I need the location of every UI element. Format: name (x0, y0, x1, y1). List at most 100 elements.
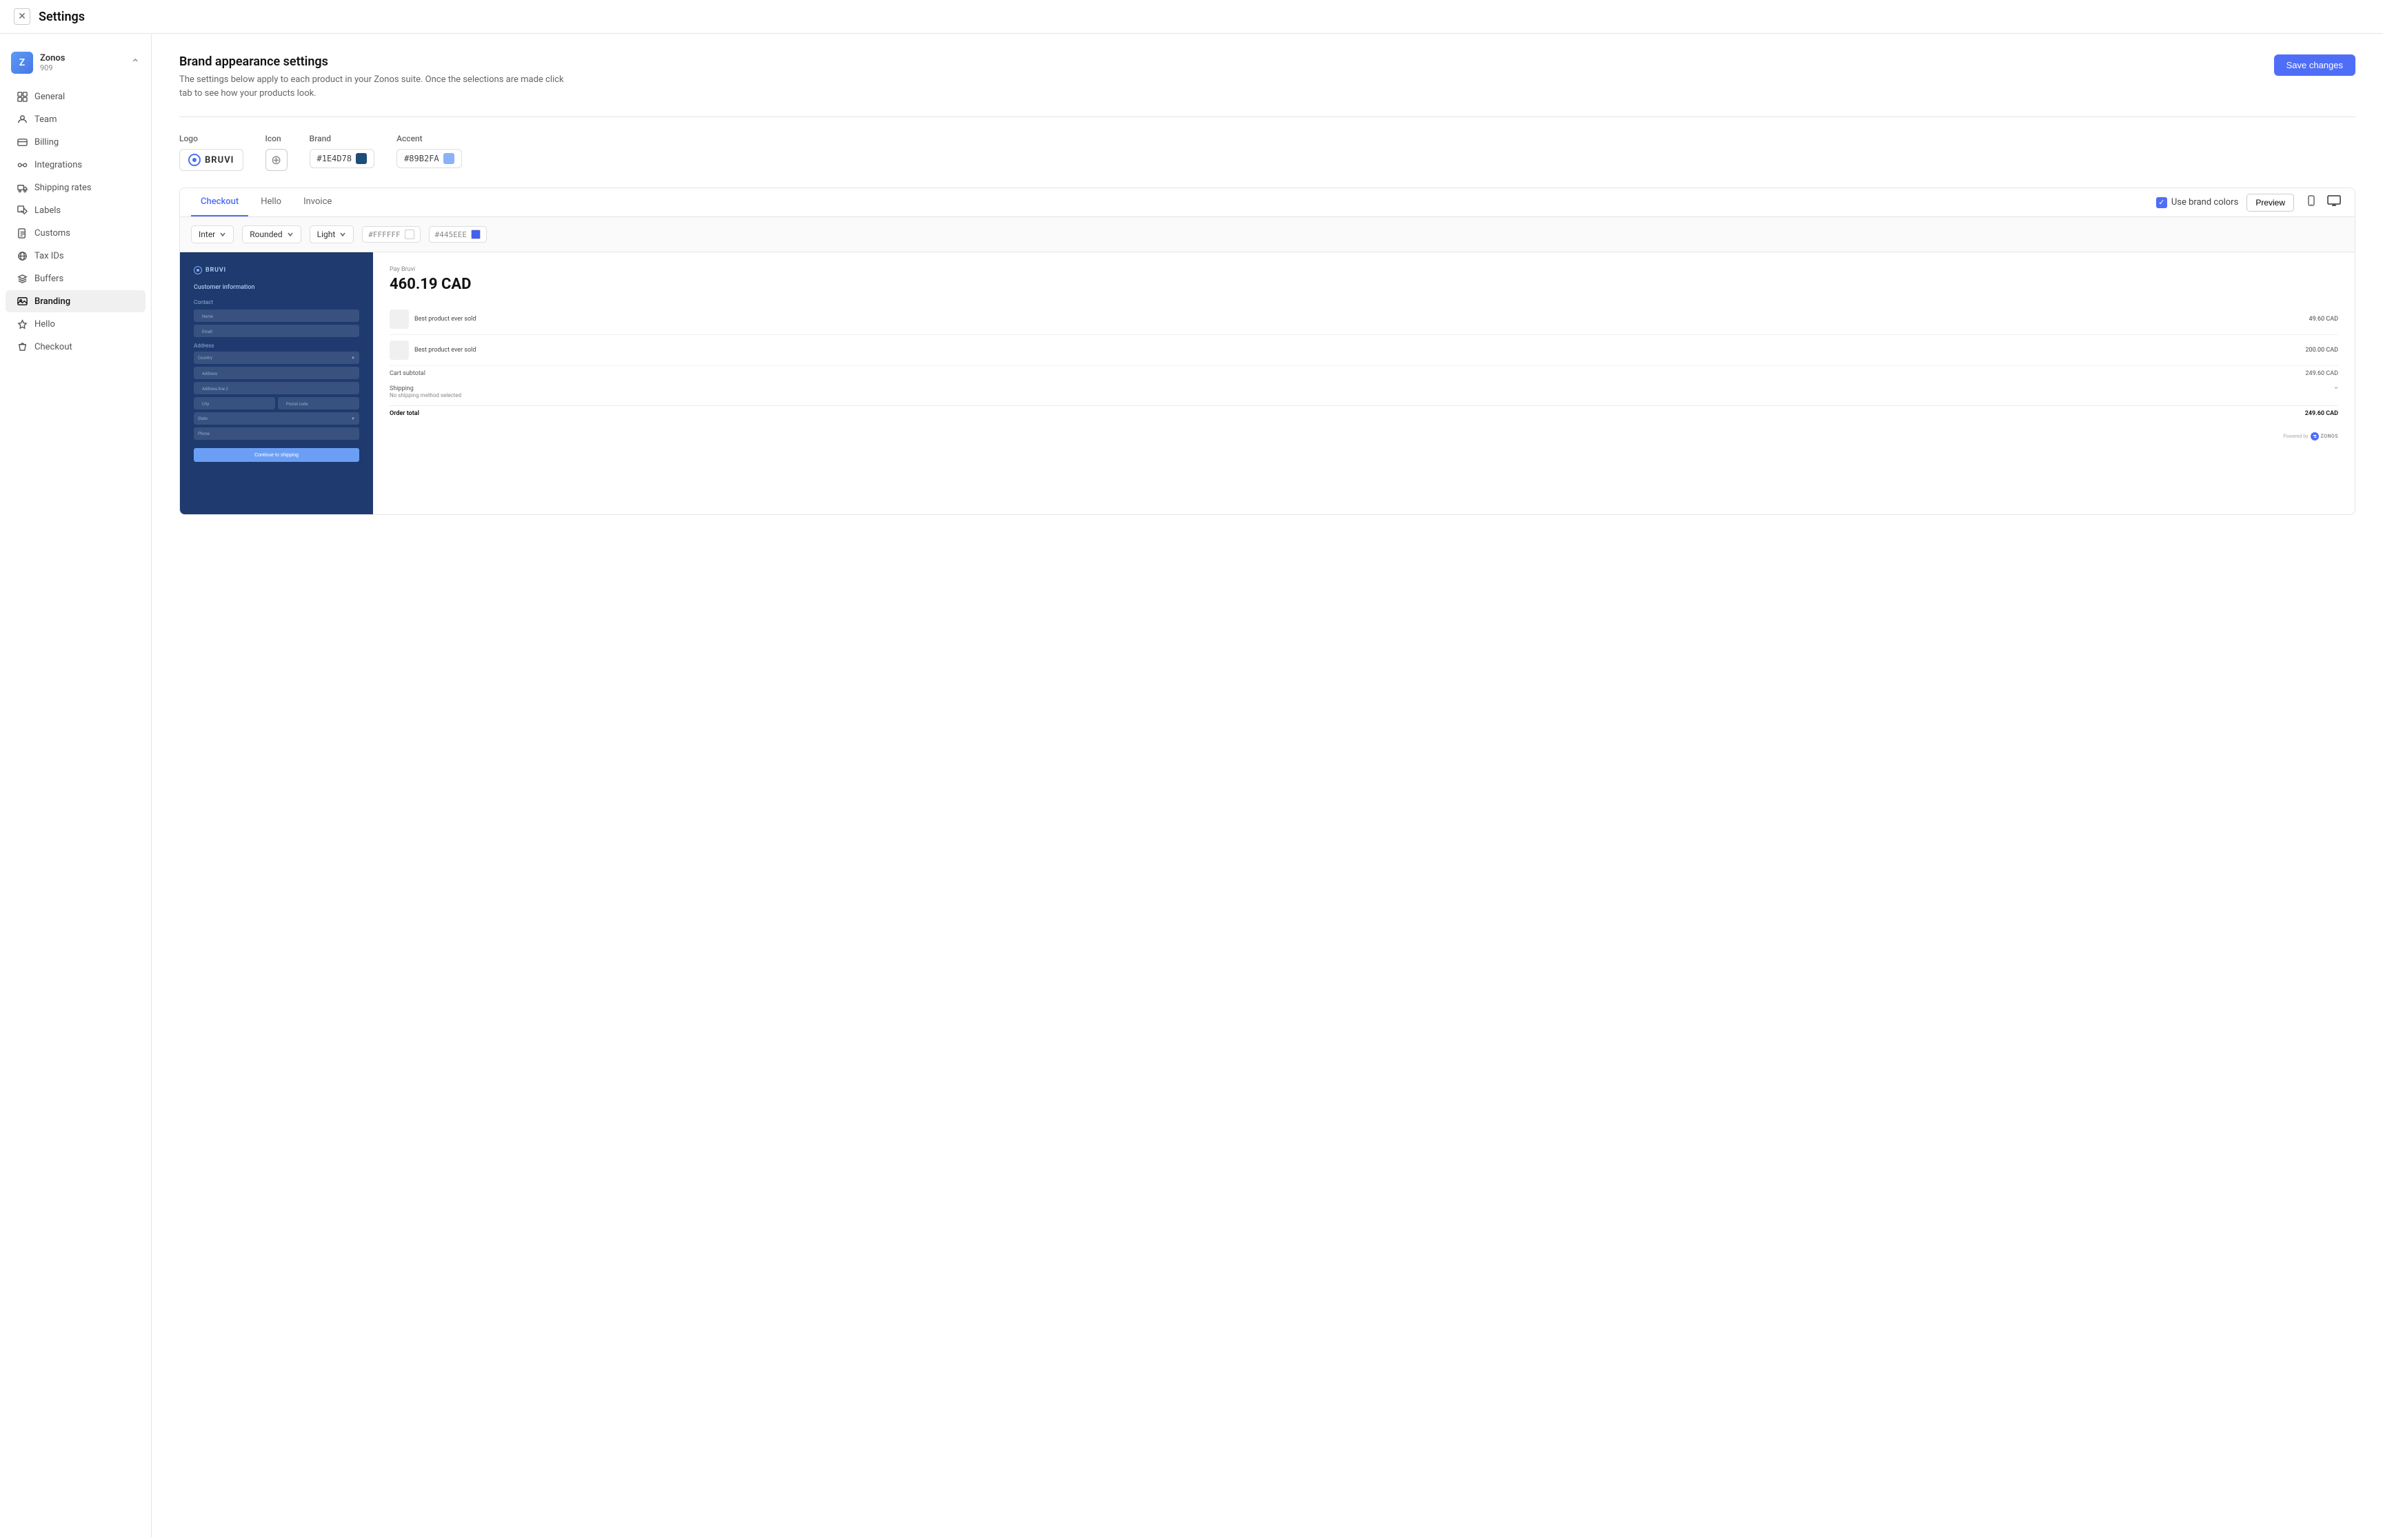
org-info: Z Zonos 909 (11, 52, 65, 74)
item-price-1: 200.00 CAD (2305, 347, 2338, 354)
layers-icon (17, 273, 28, 284)
image-icon (17, 296, 28, 307)
order-total-line: Order total 249.60 CAD (390, 405, 2338, 421)
add-icon-button[interactable]: ⊕ (265, 149, 288, 171)
item-left-0: Best product ever sold (390, 310, 476, 329)
order-total-value: 249.60 CAD (2305, 410, 2338, 417)
brand-label: Brand (310, 134, 375, 143)
order-total-label: Order total (390, 410, 419, 417)
avatar: Z (11, 52, 33, 74)
mini-address2-input[interactable]: Address line 2 (194, 382, 359, 394)
mini-address-input[interactable]: Address (194, 367, 359, 379)
desktop-icon[interactable] (2324, 192, 2344, 213)
sidebar-item-tax-ids[interactable]: Tax IDs (6, 245, 145, 267)
file-text-icon (17, 227, 28, 239)
tab-hello[interactable]: Hello (251, 188, 291, 216)
shipping-note: No shipping method selected (390, 392, 461, 398)
grid-icon (17, 91, 28, 102)
shopping-bag-icon (17, 341, 28, 352)
use-brand-colors-checkbox[interactable]: ✓ (2156, 197, 2167, 208)
country-select[interactable]: Country ▼ (194, 352, 359, 364)
sidebar-label-customs: Customs (34, 228, 70, 239)
logo-display[interactable]: BRUVI (179, 149, 243, 171)
sidebar-label-branding: Branding (34, 296, 70, 307)
color-picker-2[interactable]: #445EEE (429, 226, 487, 243)
sidebar-item-team[interactable]: Team (6, 108, 145, 130)
sidebar-item-customs[interactable]: Customs (6, 222, 145, 244)
cart-subtotal-value: 249.60 CAD (2305, 370, 2338, 377)
sidebar-item-billing[interactable]: Billing (6, 131, 145, 153)
continue-shipping-button[interactable]: Continue to shipping (194, 448, 359, 462)
cart-subtotal-line: Cart subtotal 249.60 CAD (390, 366, 2338, 381)
sidebar-item-integrations[interactable]: Integrations (6, 154, 145, 176)
font-selector[interactable]: Inter (191, 225, 234, 243)
order-summary-panel: Pay Bruvi 460.19 CAD Best product ever s… (373, 252, 2355, 514)
contact-title: Contact (194, 299, 359, 305)
sidebar-item-general[interactable]: General (6, 85, 145, 108)
powered-by-text: Powered by (2283, 434, 2308, 439)
order-item-1: Best product ever sold 200.00 CAD (390, 335, 2338, 366)
mini-logo-circle (194, 266, 202, 274)
logo-circle-icon (188, 154, 201, 166)
mini-name-input[interactable]: Name (194, 310, 359, 322)
chevron-icon[interactable]: ⌃ (131, 57, 140, 70)
weight-selector[interactable]: Light (310, 225, 354, 243)
sidebar-item-buffers[interactable]: Buffers (6, 267, 145, 290)
accent-label: Accent (396, 134, 462, 143)
accent-color-square (443, 153, 454, 164)
use-brand-colors-label[interactable]: ✓ Use brand colors (2156, 197, 2238, 208)
item-name-0: Best product ever sold (414, 316, 476, 323)
order-amount: 460.19 CAD (390, 276, 2338, 293)
shipping-value: – (2334, 385, 2338, 398)
sidebar-item-shipping-rates[interactable]: Shipping rates (6, 176, 145, 199)
powered-by-section: Powered by ZONOS (390, 421, 2338, 440)
app-window: ✕ Settings Z Zonos 909 ⌃ (0, 0, 2383, 1540)
mini-logo-dot (197, 269, 199, 272)
sidebar-item-branding[interactable]: Branding (6, 290, 145, 312)
state-select[interactable]: State ▼ (194, 412, 359, 425)
star-icon (17, 318, 28, 330)
page-header: Brand appearance settings The settings b… (179, 54, 2355, 100)
save-button[interactable]: Save changes (2274, 54, 2355, 76)
content-area: Brand appearance settings The settings b… (152, 34, 2383, 1537)
zonos-icon (2311, 432, 2319, 440)
style-selector[interactable]: Rounded (242, 225, 301, 243)
mini-postal-input[interactable]: Postal code (278, 397, 359, 409)
address-title: Address (194, 343, 359, 349)
item-name-1: Best product ever sold (414, 347, 476, 354)
sidebar-label-labels: Labels (34, 205, 61, 216)
divider (179, 116, 2355, 117)
sidebar-label-checkout: Checkout (34, 342, 72, 352)
org-name: Zonos (40, 53, 65, 63)
page-header-text: Brand appearance settings The settings b… (179, 54, 565, 100)
mobile-icon[interactable] (2302, 192, 2320, 213)
order-item-0: Best product ever sold 49.60 CAD (390, 304, 2338, 335)
page-title: Brand appearance settings (179, 54, 565, 69)
mini-email-input[interactable]: Email (194, 325, 359, 337)
zonos-logo: ZONOS (2311, 432, 2338, 440)
brand-color-code: #1E4D78 (317, 154, 352, 163)
sidebar-item-labels[interactable]: Labels (6, 199, 145, 221)
mini-city-input[interactable]: City (194, 397, 275, 409)
accent-color-control: Accent #89B2FA (396, 134, 462, 168)
brand-color-swatch[interactable]: #1E4D78 (310, 149, 375, 168)
main-layout: Z Zonos 909 ⌃ General Team (0, 34, 2383, 1537)
close-button[interactable]: ✕ (14, 8, 30, 25)
phone-select[interactable]: Phone (194, 427, 359, 440)
sidebar-item-checkout[interactable]: Checkout (6, 336, 145, 358)
checkout-logo: BRUVI (194, 266, 359, 274)
accent-color-swatch[interactable]: #89B2FA (396, 149, 462, 168)
tab-checkout[interactable]: Checkout (191, 188, 248, 216)
icon-label: Icon (265, 134, 288, 143)
color-picker-1[interactable]: #FFFFFF (362, 226, 420, 243)
tab-invoice[interactable]: Invoice (294, 188, 341, 216)
sidebar-label-team: Team (34, 114, 57, 125)
item-price-0: 49.60 CAD (2309, 316, 2338, 323)
preview-button[interactable]: Preview (2246, 194, 2294, 212)
zonos-text: ZONOS (2320, 434, 2338, 439)
sidebar-label-buffers: Buffers (34, 274, 63, 284)
brand-controls: Logo BRUVI Icon ⊕ Brand (179, 134, 2355, 171)
sidebar-label-shipping-rates: Shipping rates (34, 183, 92, 193)
sidebar: Z Zonos 909 ⌃ General Team (0, 34, 152, 1537)
sidebar-item-hello[interactable]: Hello (6, 313, 145, 335)
